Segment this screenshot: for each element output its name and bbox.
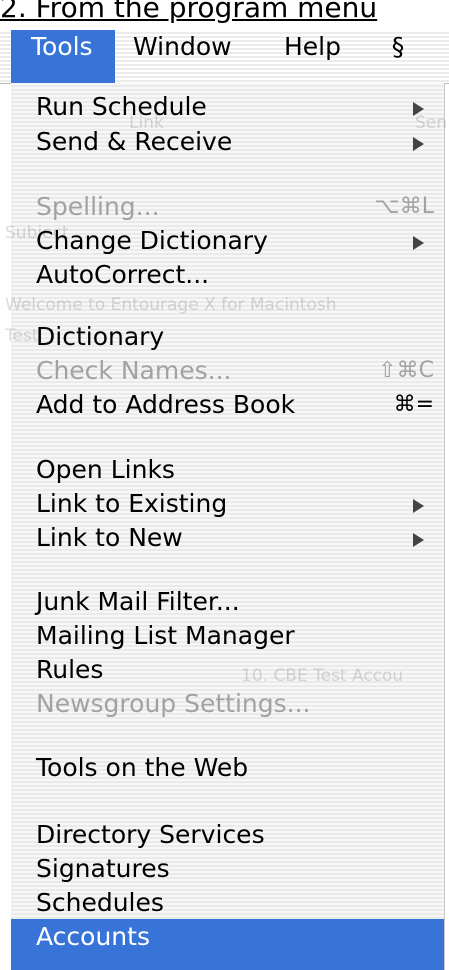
shortcut-label: ⇧⌘C bbox=[378, 358, 434, 383]
menu-item-accounts[interactable]: Accounts bbox=[11, 919, 444, 970]
menu-item-label: Mailing List Manager bbox=[36, 621, 295, 650]
menu-item-label: Change Dictionary bbox=[36, 226, 268, 255]
submenu-arrow-icon bbox=[413, 102, 424, 116]
shortcut-label: ⌘= bbox=[393, 392, 434, 417]
menu-item-open-links[interactable]: Open Links bbox=[11, 452, 444, 488]
menu-item-junk-mail-filter[interactable]: Junk Mail Filter... bbox=[11, 584, 444, 620]
menu-item-label: Check Names... bbox=[36, 356, 232, 385]
menu-item-label: Directory Services bbox=[36, 820, 265, 849]
menu-item-change-dictionary[interactable]: Change Dictionary bbox=[11, 223, 444, 259]
menu-item-schedules[interactable]: Schedules bbox=[11, 885, 444, 921]
caption-text: 2. From the program menu bbox=[0, 0, 378, 24]
menu-item-link-to-existing[interactable]: Link to Existing bbox=[11, 486, 444, 522]
menu-item-label: Newsgroup Settings... bbox=[36, 689, 311, 718]
menu-item-label: Send & Receive bbox=[36, 127, 233, 156]
menu-item-label: Link to New bbox=[36, 523, 183, 552]
menu-item-label: Rules bbox=[36, 655, 104, 684]
menubar-window[interactable]: Window bbox=[133, 30, 232, 86]
menu-item-signatures[interactable]: Signatures bbox=[11, 851, 444, 887]
menu-item-label: Signatures bbox=[36, 854, 170, 883]
menu-item-label: Open Links bbox=[36, 455, 175, 484]
submenu-arrow-icon bbox=[413, 137, 424, 151]
menu-item-tools-on-the-web[interactable]: Tools on the Web bbox=[11, 750, 444, 786]
submenu-arrow-icon bbox=[413, 533, 424, 547]
menu-item-run-schedule[interactable]: Run Schedule bbox=[11, 89, 444, 125]
menu-item-label: Dictionary bbox=[36, 322, 165, 351]
menubar-tools[interactable]: Tools bbox=[11, 30, 115, 83]
menu-item-newsgroup-settings: Newsgroup Settings... bbox=[11, 686, 444, 722]
menu-item-label: Link to Existing bbox=[36, 489, 228, 518]
menu-item-directory-services[interactable]: Directory Services bbox=[11, 817, 444, 853]
menubar-help[interactable]: Help bbox=[284, 30, 341, 86]
menu-item-spelling: Spelling... ⌥⌘L bbox=[11, 189, 444, 225]
submenu-arrow-icon bbox=[413, 236, 424, 250]
ghost-welcome: Welcome to Entourage X for Macintosh bbox=[5, 295, 337, 315]
menu-item-label: Add to Address Book bbox=[36, 390, 296, 419]
menu-item-add-to-address-book[interactable]: Add to Address Book ⌘= bbox=[11, 387, 444, 423]
script-menu-icon[interactable]: § bbox=[380, 30, 416, 86]
menu-item-label: AutoCorrect... bbox=[36, 260, 210, 289]
shortcut-label: ⌥⌘L bbox=[374, 194, 434, 219]
menu-bar: Tools Window Help § bbox=[0, 30, 449, 84]
menu-item-label: Accounts bbox=[36, 922, 150, 951]
menu-item-label: Schedules bbox=[36, 888, 164, 917]
menu-item-dictionary[interactable]: Dictionary bbox=[11, 319, 444, 355]
menu-item-send-receive[interactable]: Send & Receive bbox=[11, 124, 444, 160]
menu-item-autocorrect[interactable]: AutoCorrect... bbox=[11, 257, 444, 293]
menu-item-label: Spelling... bbox=[36, 192, 160, 221]
menu-item-mailing-list-manager[interactable]: Mailing List Manager bbox=[11, 618, 444, 654]
menu-item-label: Tools on the Web bbox=[36, 753, 249, 782]
menu-item-check-names: Check Names... ⇧⌘C bbox=[11, 353, 444, 389]
tools-menu: Link Sen Subject Welcome to Entourage X … bbox=[5, 83, 447, 970]
menu-item-link-to-new[interactable]: Link to New bbox=[11, 520, 444, 556]
menu-item-label: Run Schedule bbox=[36, 92, 207, 121]
menu-item-label: Junk Mail Filter... bbox=[36, 587, 240, 616]
submenu-arrow-icon bbox=[413, 499, 424, 513]
menu-item-rules[interactable]: Rules bbox=[11, 652, 444, 688]
